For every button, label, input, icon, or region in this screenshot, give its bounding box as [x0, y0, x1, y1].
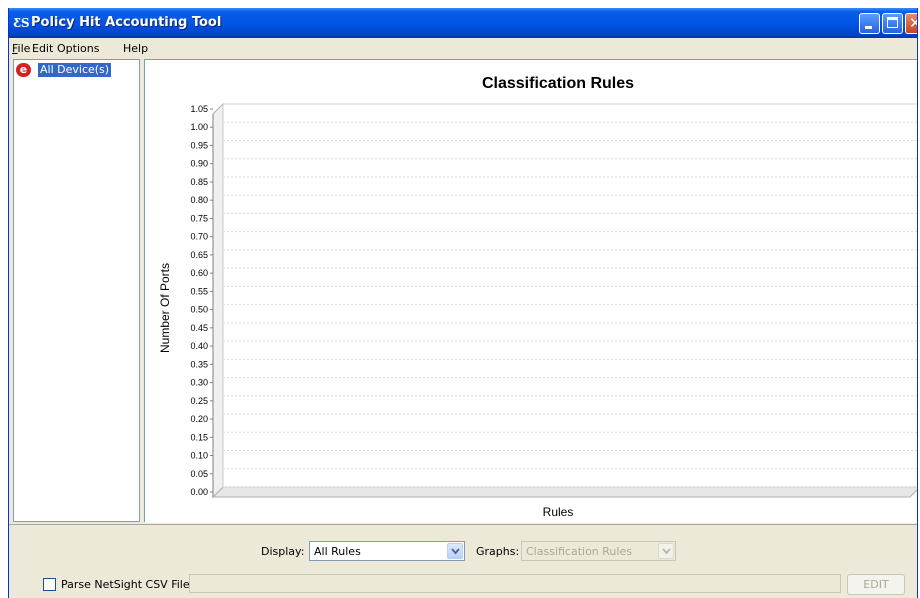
menu-file-rest: ile	[17, 42, 31, 55]
parse-csv-checkbox[interactable]	[43, 578, 56, 591]
title-bar[interactable]: ƸS Policy Hit Accounting Tool ✕	[9, 8, 917, 38]
x-axis-label: Rules	[543, 505, 574, 519]
y-tick-label: 0.75	[190, 213, 208, 223]
parse-csv-label: Parse NetSight CSV File:	[61, 578, 194, 591]
y-tick-label: 1.05	[190, 104, 208, 114]
y-tick-label: 0.40	[190, 341, 208, 351]
y-tick-label: 0.35	[190, 359, 208, 369]
y-tick-label: 0.60	[190, 268, 208, 278]
y-tick-label: 0.80	[190, 195, 208, 205]
display-select-value: All Rules	[314, 545, 361, 558]
graphs-select-value: Classification Rules	[526, 545, 632, 558]
y-tick-label: 0.90	[190, 159, 208, 169]
device-tree-panel: e All Device(s)	[13, 59, 140, 522]
y-tick-label: 0.20	[190, 414, 208, 424]
menu-help[interactable]: Help	[123, 42, 148, 55]
chevron-down-icon	[662, 548, 671, 555]
menu-bar: File Edit Options Help	[9, 39, 917, 58]
plot-floor	[211, 486, 917, 498]
y-tick-label: 0.00	[190, 487, 208, 497]
close-button[interactable]: ✕	[905, 13, 917, 34]
maximize-button[interactable]	[882, 13, 903, 34]
chart-panel: Classification Rules 0.00 0.05 0.10 0.15 0.2…	[144, 59, 917, 523]
y-tick-label: 0.45	[190, 323, 208, 333]
menu-options[interactable]: Options	[57, 42, 99, 55]
graphs-label: Graphs:	[476, 545, 520, 558]
y-tick-label: 0.65	[190, 250, 208, 260]
y-axis-label: Number Of Ports	[158, 263, 172, 353]
edit-button[interactable]: EDIT	[847, 574, 905, 595]
y-tick-label: 1.00	[190, 122, 208, 132]
maximize-icon	[887, 17, 898, 28]
display-select[interactable]: All Rules	[309, 541, 465, 561]
csv-path-field[interactable]	[189, 574, 841, 593]
plot-area	[222, 103, 917, 488]
enterasys-logo-icon: e	[16, 63, 31, 77]
chart-title: Classification Rules	[482, 75, 634, 92]
graphs-select[interactable]: Classification Rules	[521, 541, 676, 561]
chevron-down-icon	[451, 548, 460, 555]
close-icon: ✕	[909, 14, 917, 33]
y-tick-label: 0.15	[190, 432, 208, 442]
y-tick-label: 0.85	[190, 177, 208, 187]
y-tick-label: 0.55	[190, 286, 208, 296]
y-tick-label: 0.30	[190, 378, 208, 388]
display-label: Display:	[261, 545, 305, 558]
y-tick-label: 0.50	[190, 305, 208, 315]
menu-edit[interactable]: Edit	[32, 42, 53, 55]
tree-item-label: All Device(s)	[38, 63, 112, 77]
minimize-icon	[865, 26, 872, 29]
display-dropdown-button[interactable]	[447, 543, 463, 559]
minimize-button[interactable]	[859, 13, 880, 34]
y-tick-label: 0.25	[190, 396, 208, 406]
y-tick-label: 0.70	[190, 232, 208, 242]
graphs-dropdown-button[interactable]	[658, 543, 674, 559]
menu-file[interactable]: File	[12, 42, 30, 55]
classification-rules-chart: Classification Rules 0.00 0.05 0.10 0.15 0.2…	[145, 60, 917, 523]
y-tick-label: 0.05	[190, 469, 208, 479]
plot-left-wall	[212, 102, 224, 499]
window-title: Policy Hit Accounting Tool	[31, 15, 222, 30]
y-tick-label: 0.10	[190, 451, 208, 461]
app-logo-icon: ƸS	[13, 16, 30, 30]
app-window: ƸS Policy Hit Accounting Tool ✕ File Edi…	[8, 8, 918, 598]
y-tick-label: 0.95	[190, 140, 208, 150]
